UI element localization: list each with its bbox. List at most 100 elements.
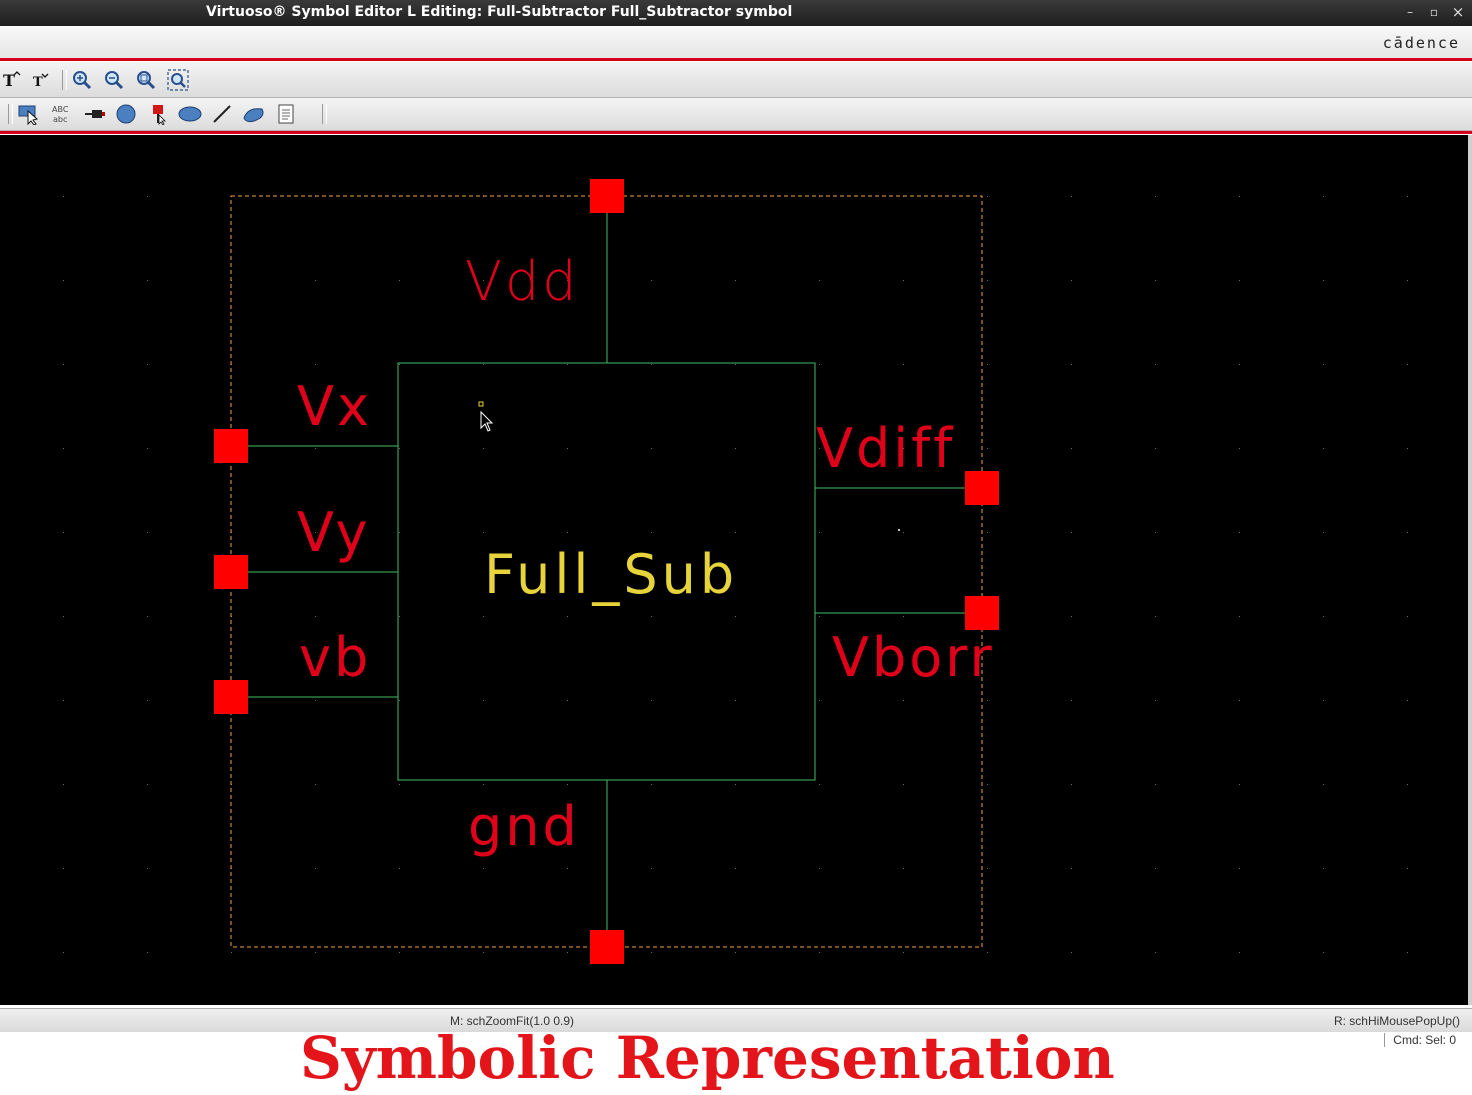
schematic-canvas[interactable]: Vdd gnd Vx Vy vb Vdiff Vborr Full_Sub <box>0 135 1472 1005</box>
cadence-logo: cādence <box>1382 34 1460 52</box>
pin-label-vy: Vy <box>297 501 370 564</box>
pin-vy[interactable] <box>214 555 248 589</box>
grid-dot <box>987 868 988 869</box>
grid-dot <box>819 532 820 533</box>
ellipse-icon[interactable] <box>178 102 202 126</box>
grid-dot <box>1071 280 1072 281</box>
grid-dot <box>315 448 316 449</box>
grid-dot <box>63 448 64 449</box>
pin-vborr[interactable] <box>965 596 999 630</box>
pin-label-vdd: Vdd <box>465 250 580 313</box>
grid-dot <box>399 952 400 953</box>
grid-dot <box>1407 616 1408 617</box>
grid-dot <box>1071 616 1072 617</box>
grid-dot <box>1155 280 1156 281</box>
grid-dot <box>315 616 316 617</box>
edit-toolbar: ABC abc <box>0 98 1472 131</box>
red-pin-icon[interactable] <box>146 102 170 126</box>
grid-dot <box>819 952 820 953</box>
minimize-icon[interactable]: – <box>1402 4 1418 20</box>
grid-dot <box>903 868 904 869</box>
grid-dot <box>903 700 904 701</box>
grid-dot <box>1239 532 1240 533</box>
caption-overlay: Symbolic Representation <box>300 1024 1115 1092</box>
line-icon[interactable] <box>210 102 234 126</box>
grid-dot <box>1239 784 1240 785</box>
grid-dot <box>819 700 820 701</box>
grid-dot <box>1407 868 1408 869</box>
grid-dot <box>1071 532 1072 533</box>
grid-dot <box>147 952 148 953</box>
select-icon[interactable] <box>17 102 41 126</box>
grid-dot <box>399 700 400 701</box>
grid-dot <box>483 868 484 869</box>
grid-dot <box>399 784 400 785</box>
close-icon[interactable]: × <box>1450 4 1466 20</box>
pin-vdiff[interactable] <box>965 471 999 505</box>
mouse-right-binding: R: schHiMousePopUp() <box>1333 1014 1460 1028</box>
grid-dot <box>147 616 148 617</box>
grid-dot <box>483 364 484 365</box>
grid-dot <box>1155 616 1156 617</box>
command-status: Cmd: Sel: 0 <box>1384 1033 1456 1047</box>
grid-dot <box>483 448 484 449</box>
grid-point <box>898 529 900 531</box>
grid-dot <box>1155 364 1156 365</box>
grid-dot <box>1407 784 1408 785</box>
grid-dot <box>1323 196 1324 197</box>
grid-dot <box>147 532 148 533</box>
pin-vb[interactable] <box>214 680 248 714</box>
maximize-icon[interactable]: ▫ <box>1426 4 1442 20</box>
zoom-in-icon[interactable] <box>70 68 94 92</box>
grid-dot <box>651 784 652 785</box>
pin-vx[interactable] <box>214 429 248 463</box>
grid-dot <box>147 280 148 281</box>
pin-label-vb: vb <box>299 626 371 689</box>
notepad-icon[interactable] <box>274 102 298 126</box>
grid-dot <box>735 448 736 449</box>
grid-dot <box>903 952 904 953</box>
grid-dot <box>1071 448 1072 449</box>
grid-dot <box>903 616 904 617</box>
grid-dot <box>651 448 652 449</box>
grid-dot <box>1071 952 1072 953</box>
grid-dot <box>315 280 316 281</box>
pin-icon[interactable] <box>83 102 107 126</box>
grid-dot <box>147 700 148 701</box>
zoom-fit-icon[interactable] <box>166 68 190 92</box>
window-title: Virtuoso® Symbol Editor L Editing: Full-… <box>206 4 793 20</box>
symbol-drawing[interactable]: Vdd gnd Vx Vy vb Vdiff Vborr Full_Sub <box>0 135 1468 1005</box>
grid-dot <box>1239 280 1240 281</box>
grid-dot <box>399 280 400 281</box>
text-size-decrease-icon[interactable]: T <box>28 68 52 92</box>
view-toolbar: T T <box>0 62 1472 98</box>
grid-dot <box>231 952 232 953</box>
grid-dot <box>567 952 568 953</box>
grid-dot <box>1323 616 1324 617</box>
arc-icon[interactable] <box>242 102 266 126</box>
grid-dot <box>651 532 652 533</box>
brand-bar: cādence <box>0 26 1472 61</box>
svg-text:ABC: ABC <box>52 105 69 114</box>
mouse-cursor-icon <box>480 410 494 432</box>
grid-dot <box>1323 532 1324 533</box>
grid-dot <box>1155 952 1156 953</box>
pin-vdd[interactable] <box>590 179 624 213</box>
grid-dot <box>147 196 148 197</box>
grid-dot <box>399 448 400 449</box>
grid-dot <box>1323 280 1324 281</box>
grid-dot <box>735 364 736 365</box>
pin-gnd[interactable] <box>590 930 624 964</box>
grid-dot <box>819 364 820 365</box>
grid-dot <box>819 868 820 869</box>
grid-dot <box>315 952 316 953</box>
zoom-out-icon[interactable] <box>102 68 126 92</box>
label-abc-icon[interactable]: ABC abc <box>50 102 74 126</box>
circle-shape-icon[interactable] <box>114 102 138 126</box>
toolbar-separator <box>62 70 67 90</box>
zoom-area-icon[interactable] <box>134 68 158 92</box>
grid-dot <box>1071 364 1072 365</box>
grid-dot <box>315 364 316 365</box>
text-size-increase-icon[interactable]: T <box>0 68 24 92</box>
svg-text:abc: abc <box>53 115 67 124</box>
